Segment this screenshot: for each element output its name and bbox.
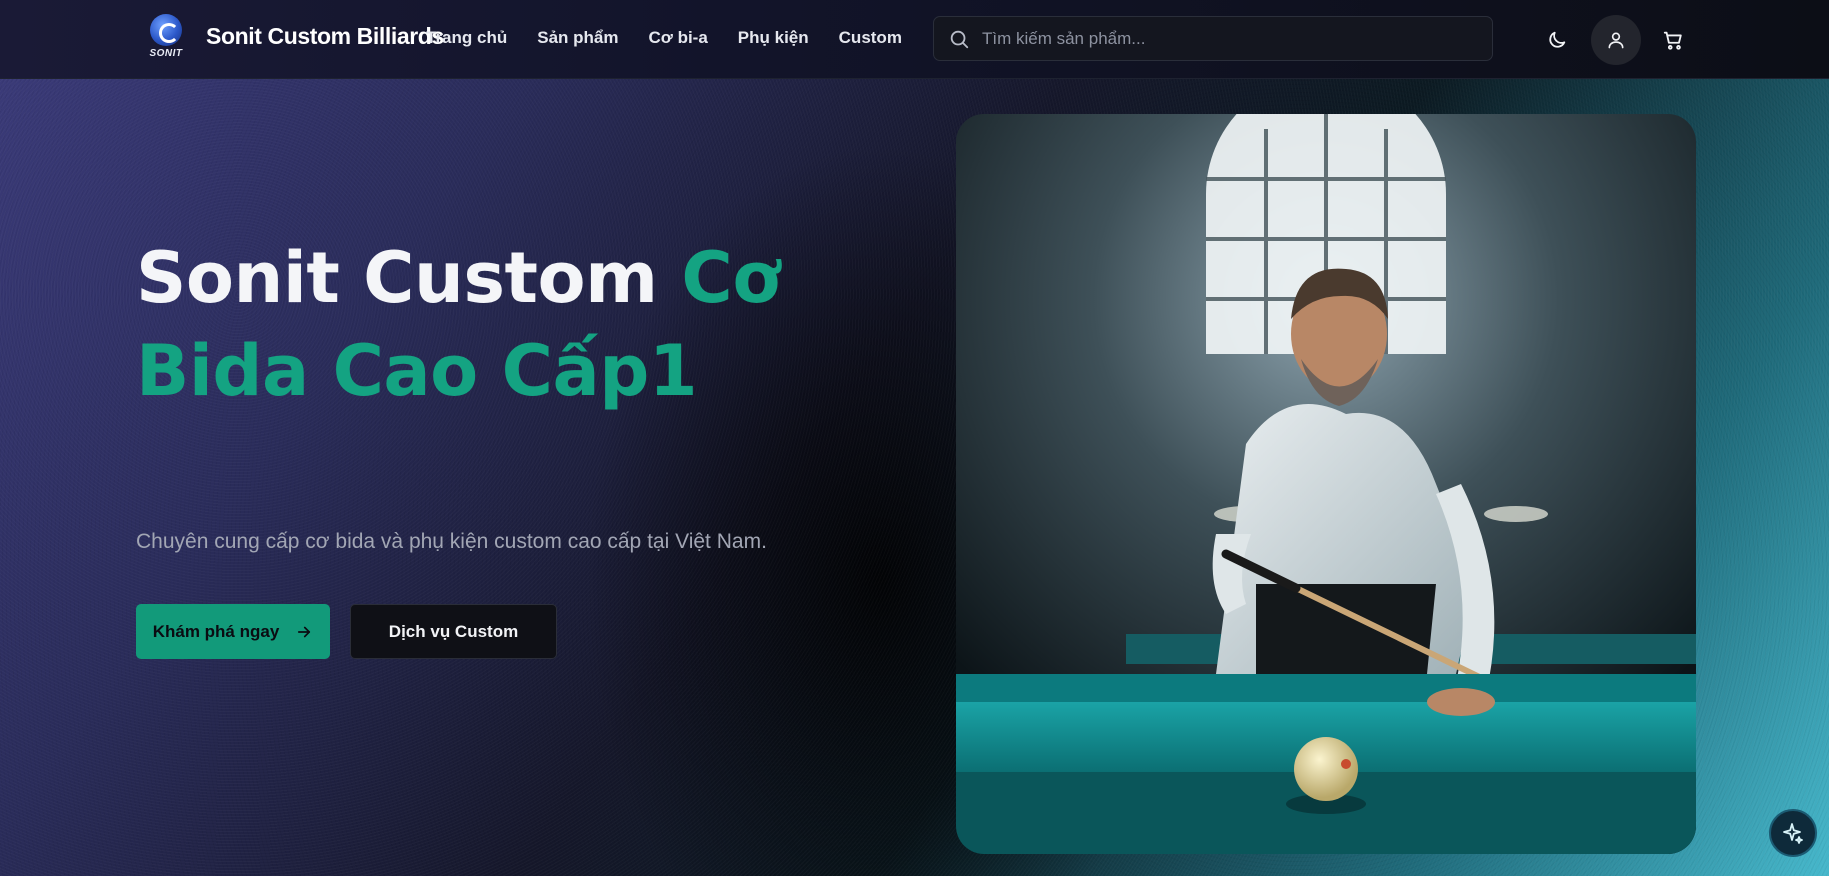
logo-wordmark: SONIT	[149, 48, 183, 59]
search-bar	[933, 16, 1493, 61]
hero-title-white: Sonit Custom	[136, 237, 682, 319]
custom-service-button-label: Dịch vụ Custom	[388, 621, 519, 641]
account-button[interactable]	[1591, 15, 1641, 65]
hero-title: Sonit Custom Cơ Bida Cao Cấp1	[136, 232, 816, 418]
nav-link-accessories[interactable]: Phụ kiện	[738, 28, 809, 48]
moon-icon	[1549, 31, 1566, 48]
search-icon	[950, 30, 969, 48]
main-nav: Trang chủ Sản phẩm Cơ bi-a Phụ kiện Cust…	[426, 28, 902, 48]
hero-subtitle: Chuyên cung cấp cơ bida và phụ kiện cust…	[136, 530, 767, 553]
nav-link-products[interactable]: Sản phẩm	[537, 28, 618, 48]
nav-link-custom[interactable]: Custom	[839, 28, 902, 48]
explore-button[interactable]: Khám phá ngay	[136, 604, 330, 659]
sparkle-ai-icon	[1783, 823, 1803, 844]
cart-icon	[1663, 31, 1682, 50]
ai-assistant-button[interactable]	[1769, 809, 1817, 857]
user-icon	[1608, 32, 1624, 49]
cart-button[interactable]	[1648, 15, 1698, 65]
custom-service-button[interactable]: Dịch vụ Custom	[350, 604, 557, 659]
logo-mark-icon	[150, 14, 182, 46]
explore-button-label: Khám phá ngay	[152, 621, 280, 641]
nav-link-home[interactable]: Trang chủ	[426, 28, 507, 48]
hero-image	[956, 114, 1696, 854]
nav-link-cues[interactable]: Cơ bi-a	[648, 28, 707, 48]
search-input[interactable]	[982, 28, 1462, 49]
brand-logo[interactable]: SONIT	[146, 14, 186, 62]
billiards-player-illustration	[956, 114, 1696, 854]
site-header: SONIT Sonit Custom Billiards Trang chủ S…	[0, 0, 1829, 79]
theme-toggle-button[interactable]	[1532, 15, 1582, 65]
brand-name[interactable]: Sonit Custom Billiards	[206, 23, 444, 50]
arrow-right-icon	[298, 626, 311, 637]
